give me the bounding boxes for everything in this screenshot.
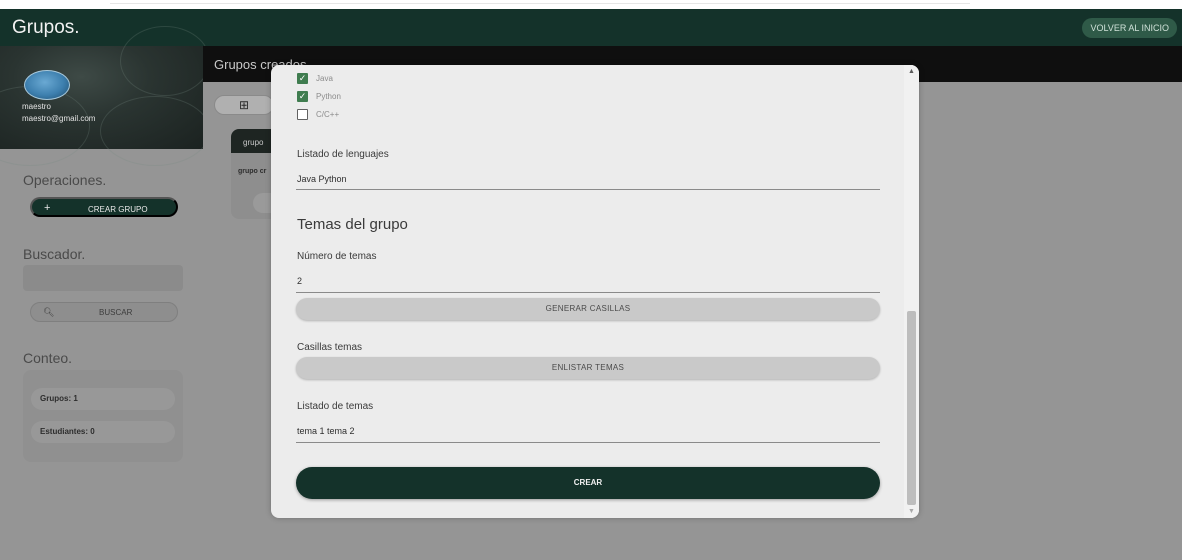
search-button[interactable]: 🔍︎ BUSCAR bbox=[30, 302, 178, 322]
topics-list-value[interactable]: tema 1 tema 2 bbox=[297, 426, 355, 436]
list-topics-button[interactable]: ENLISTAR TEMAS bbox=[296, 357, 880, 379]
topics-section-title: Temas del grupo bbox=[297, 216, 408, 233]
back-to-home-button[interactable]: VOLVER AL INICIO bbox=[1082, 18, 1177, 38]
checkbox-checked-icon[interactable]: ✓ bbox=[297, 72, 308, 84]
languages-list-underline bbox=[296, 189, 880, 190]
create-group-label: CREAR GRUPO bbox=[88, 205, 148, 214]
generate-boxes-button[interactable]: GENERAR CASILLAS bbox=[296, 298, 880, 320]
topics-boxes-label: Casillas temas bbox=[297, 342, 363, 353]
scroll-down-icon[interactable]: ▼ bbox=[908, 508, 915, 515]
groups-count: Grupos: 1 bbox=[31, 388, 175, 410]
page-title: Grupos. bbox=[12, 17, 80, 38]
language-checkbox-cpp[interactable]: C/C++ bbox=[297, 108, 339, 120]
language-checkbox-python[interactable]: ✓ Python bbox=[297, 90, 341, 102]
checkbox-checked-icon[interactable]: ✓ bbox=[297, 90, 308, 102]
top-strip bbox=[0, 0, 1182, 9]
languages-list-label: Listado de lenguajes bbox=[297, 149, 389, 160]
create-group-modal: ✓ Java ✓ Python C/C++ Listado de lenguaj… bbox=[271, 65, 919, 518]
language-checkbox-java[interactable]: ✓ Java bbox=[297, 72, 333, 84]
language-label: Java bbox=[316, 73, 333, 83]
topics-number-label: Número de temas bbox=[297, 251, 377, 262]
students-count: Estudiantes: 0 bbox=[31, 421, 175, 443]
topics-number-input[interactable]: 2 bbox=[297, 276, 302, 286]
operations-heading: Operaciones. bbox=[23, 172, 107, 188]
plus-icon: + bbox=[44, 202, 51, 214]
language-label: Python bbox=[316, 91, 341, 101]
sidebar: maestro maestro@gmail.com Operaciones. +… bbox=[0, 26, 210, 560]
count-heading: Conteo. bbox=[23, 350, 73, 366]
scrollbar-thumb[interactable] bbox=[907, 311, 916, 505]
topics-number-underline bbox=[296, 292, 880, 293]
avatar bbox=[24, 70, 70, 100]
top-strip-line bbox=[110, 3, 970, 4]
search-label: BUSCAR bbox=[99, 308, 133, 317]
create-group-button[interactable]: + CREAR GRUPO bbox=[30, 197, 178, 217]
create-button[interactable]: CREAR bbox=[296, 467, 880, 499]
scroll-up-icon[interactable]: ▲ bbox=[908, 68, 915, 75]
profile-email: maestro@gmail.com bbox=[22, 114, 96, 123]
group-card-body: grupo cr bbox=[238, 168, 267, 175]
checkbox-unchecked-icon[interactable] bbox=[297, 108, 308, 120]
search-heading: Buscador. bbox=[23, 246, 86, 262]
search-icon: 🔍︎ bbox=[43, 307, 55, 317]
leaf-decoration bbox=[120, 26, 210, 96]
language-label: C/C++ bbox=[316, 109, 340, 119]
modal-scrollbar[interactable]: ▲ ▼ bbox=[904, 65, 919, 518]
search-input[interactable] bbox=[23, 265, 183, 291]
topics-list-label: Listado de temas bbox=[297, 401, 374, 412]
topics-list-underline bbox=[296, 442, 880, 443]
modal-content: ✓ Java ✓ Python C/C++ Listado de lenguaj… bbox=[271, 65, 904, 518]
leaf-decoration bbox=[100, 96, 210, 166]
profile-name: maestro bbox=[22, 102, 51, 111]
profile-panel: maestro maestro@gmail.com bbox=[0, 26, 210, 166]
count-box: Grupos: 1 Estudiantes: 0 bbox=[23, 370, 183, 462]
languages-list-value[interactable]: Java Python bbox=[297, 174, 347, 184]
grid-view-button[interactable]: ⊞ bbox=[214, 95, 274, 115]
grid-icon: ⊞ bbox=[239, 98, 250, 112]
